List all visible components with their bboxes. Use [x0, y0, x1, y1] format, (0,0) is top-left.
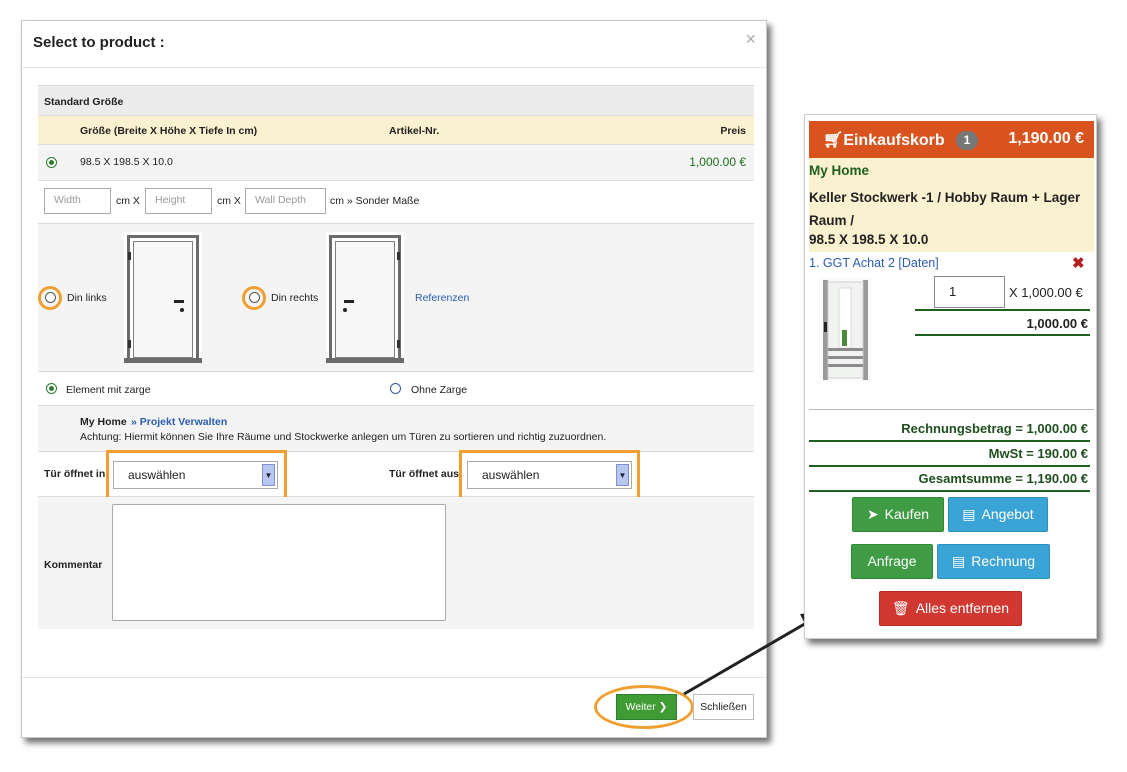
- document-icon: ▤: [962, 506, 976, 522]
- item-unit-price: X 1,000.00 €: [1009, 285, 1083, 300]
- document-icon: ▤: [951, 553, 966, 569]
- cart-dimensions: 98.5 X 198.5 X 10.0: [809, 232, 929, 247]
- invoice-amount: Rechnungsbetrag = 1,000.00 €: [901, 421, 1088, 436]
- divider-line: [809, 440, 1090, 442]
- divider-line: [915, 309, 1090, 311]
- send-icon: ➤: [866, 506, 879, 522]
- vat-amount: MwSt = 190.00 €: [988, 446, 1088, 461]
- cart-item-link[interactable]: 1. GGT Achat 2 [Daten]: [809, 256, 939, 270]
- cart-home-label: My Home: [809, 163, 870, 178]
- product-thumbnail: [819, 278, 871, 382]
- divider-line: [809, 409, 1094, 410]
- cart-count-badge: 1: [956, 131, 978, 150]
- cart-location-info: My Home Keller Stockwerk -1 / Hobby Raum…: [809, 158, 1094, 252]
- item-row-total: 1,000.00 €: [1026, 316, 1088, 331]
- divider-line: [809, 490, 1090, 492]
- cart-room-label: Keller Stockwerk -1 / Hobby Raum + Lager…: [809, 190, 1081, 228]
- quantity-input[interactable]: 1: [934, 276, 1005, 308]
- offer-button[interactable]: ▤ Angebot: [948, 497, 1048, 532]
- divider-line: [809, 465, 1090, 467]
- trash-icon: 🗑︎: [891, 600, 910, 616]
- cart-title: 🛒︎Einkaufskorb: [823, 132, 945, 149]
- delete-icon[interactable]: ✖: [1072, 254, 1085, 272]
- shopping-cart-panel: 🛒︎Einkaufskorb 1 1,190.00 € My Home Kell…: [804, 114, 1097, 639]
- cart-header[interactable]: 🛒︎Einkaufskorb 1 1,190.00 €: [809, 121, 1094, 158]
- buy-button[interactable]: ➤ Kaufen: [852, 497, 944, 532]
- remove-all-button[interactable]: 🗑︎ Alles entfernen: [879, 591, 1022, 626]
- cart-header-total: 1,190.00 €: [1008, 130, 1084, 147]
- grand-total: Gesamtsumme = 1,190.00 €: [918, 471, 1088, 486]
- inquiry-button[interactable]: Anfrage: [851, 544, 933, 579]
- invoice-button[interactable]: ▤ Rechnung: [937, 544, 1050, 579]
- divider-line: [915, 334, 1090, 336]
- cart-icon: 🛒︎: [823, 132, 844, 149]
